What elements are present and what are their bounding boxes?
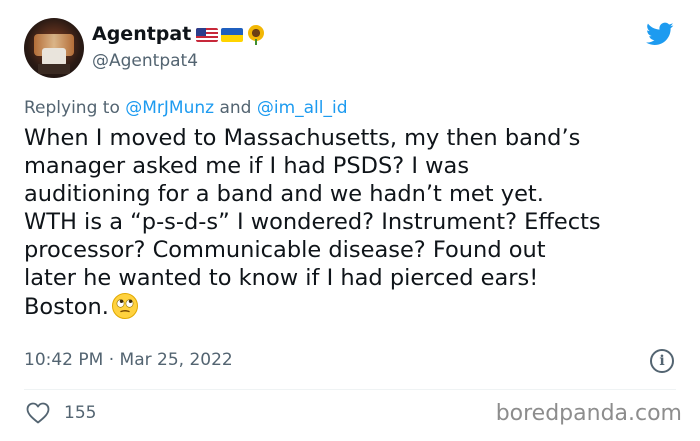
eye-roll-emoji — [111, 293, 138, 319]
info-icon[interactable]: i — [650, 349, 674, 373]
tweet-body: When I moved to Massachusetts, my then b… — [24, 125, 601, 320]
avatar[interactable] — [24, 18, 84, 78]
twitter-bird-icon[interactable] — [644, 20, 676, 48]
mention-link[interactable]: @im_all_id — [257, 98, 348, 118]
mention-link[interactable]: @MrJMunz — [125, 98, 214, 118]
divider — [24, 389, 676, 390]
heart-icon[interactable] — [26, 402, 50, 424]
sunflower-icon — [246, 25, 266, 45]
ukraine-flag-icon — [221, 28, 243, 42]
avatar-shape — [38, 64, 70, 74]
reply-prefix: Replying to — [24, 98, 120, 118]
display-name[interactable]: Agentpat — [92, 22, 191, 46]
tweet-text: When I moved to Massachusetts, my then b… — [24, 124, 674, 321]
tweet-timestamp[interactable]: 10:42 PM · Mar 25, 2022 — [24, 349, 233, 371]
reply-connector: and — [219, 98, 252, 118]
name-badges — [196, 25, 266, 45]
like-count: 155 — [64, 403, 97, 423]
reply-context: Replying to @MrJMunz and @im_all_id — [24, 97, 348, 119]
us-flag-icon — [196, 28, 218, 42]
user-handle[interactable]: @Agentpat4 — [92, 50, 198, 72]
watermark: boredpanda.com — [495, 401, 682, 426]
